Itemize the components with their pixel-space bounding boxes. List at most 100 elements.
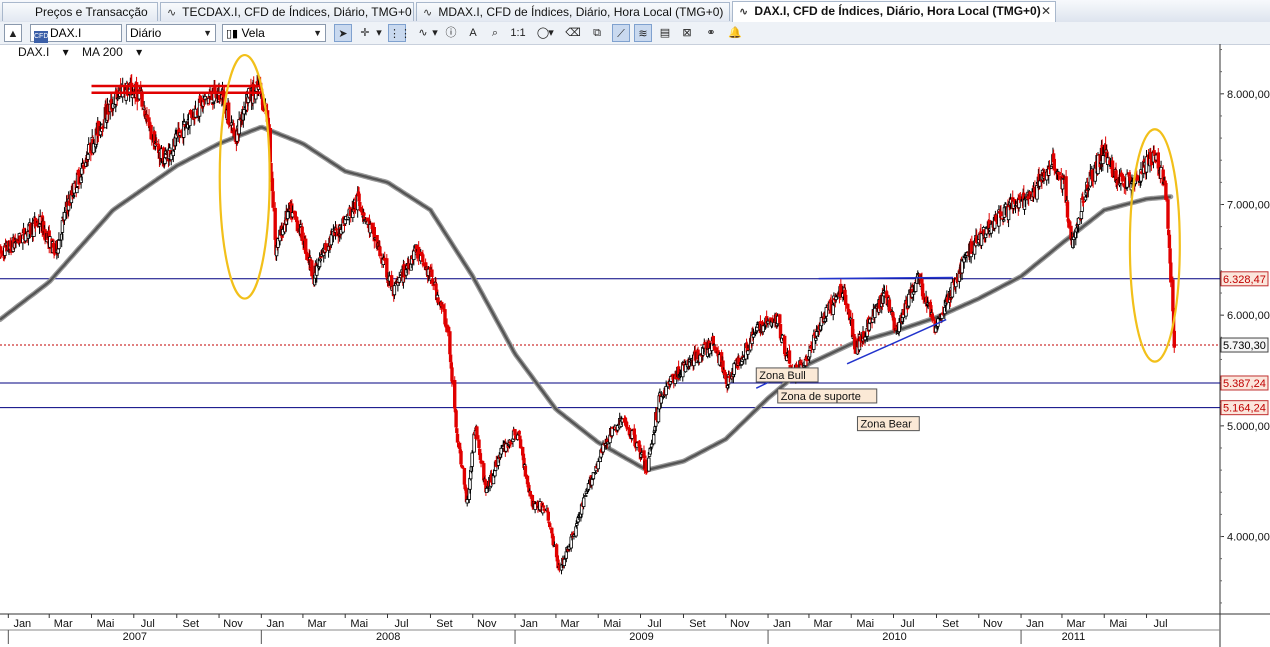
month-label: Set — [942, 618, 959, 630]
month-label: Mai — [97, 618, 115, 630]
candle-bull — [907, 293, 911, 307]
pointer-tool-icon[interactable]: ➤ — [334, 24, 352, 42]
candle-bull — [470, 452, 474, 467]
link-icon[interactable]: ⚭ — [702, 24, 720, 42]
grid-icon[interactable]: ⋮⋮ — [388, 24, 411, 42]
candle-bull — [562, 558, 566, 566]
candle-bull — [647, 457, 651, 472]
candle-bear — [460, 465, 465, 469]
candle-bear — [844, 294, 848, 306]
candle-bear — [271, 191, 275, 208]
close-icon[interactable]: ✕ — [1041, 2, 1051, 21]
tab-dax[interactable]: ∿ DAX.I, CFD de Índices, Diário, Hora Lo… — [732, 1, 1056, 22]
candle-bull — [318, 258, 322, 262]
candle-bear — [1164, 182, 1168, 200]
candle-bear — [310, 260, 314, 277]
delete-objects-icon[interactable]: ⊠ — [678, 24, 696, 42]
candle-bear — [319, 256, 323, 259]
tab-tecdax[interactable]: ∿ TECDAX.I, CFD de Índices, Diário, TMG+… — [160, 2, 414, 21]
fibonacci-tool-icon[interactable]: ≋ — [634, 24, 652, 42]
candle-bull — [831, 304, 835, 315]
candle-bear — [52, 244, 56, 254]
year-label: 2011 — [1062, 631, 1086, 643]
candle-bear — [1057, 171, 1061, 176]
candle-bear — [452, 379, 457, 409]
chevron-down-icon[interactable]: ▾ — [374, 24, 384, 42]
chart-style-select[interactable]: ▯▮ Vela ▼ — [222, 24, 326, 42]
candle-bear — [1172, 330, 1176, 348]
candle-bull — [285, 211, 290, 220]
text-tool-icon[interactable]: A — [464, 24, 482, 42]
candle-bull — [86, 154, 90, 160]
chart-style-value: Vela — [241, 26, 265, 40]
candle-bull — [392, 285, 397, 296]
candle-bear — [273, 207, 277, 240]
candle-bear — [805, 359, 809, 362]
candle-bull — [867, 322, 871, 331]
candle-bull — [1079, 211, 1084, 220]
chart-toolbar: ▲ CFD DAX.I Diário ▼ ▯▮ Vela ▼ ➤ ✛ ▾ ⋮⋮ ∿… — [0, 22, 1270, 45]
y-tick-label: 5.000,00 — [1227, 421, 1270, 433]
zoom-label: 1:1 — [510, 27, 526, 39]
candle-bull — [751, 334, 756, 338]
chevron-down-icon[interactable]: ▾ — [430, 24, 440, 42]
tab-label: MDAX.I, CFD de Índices, Diário, Hora Loc… — [438, 5, 724, 19]
annotation-label: Zona Bear — [860, 419, 912, 431]
symbol-input[interactable]: CFD DAX.I — [30, 24, 122, 43]
tab-label: Preços e Transacção — [35, 5, 148, 19]
candle-bull — [533, 503, 537, 510]
candle-bear — [454, 410, 458, 428]
candle-bear — [703, 342, 707, 345]
candle-bull — [116, 97, 120, 100]
candle-bull — [911, 291, 916, 295]
eraser-icon[interactable]: ⌫ — [564, 24, 582, 42]
chevron-down-icon[interactable]: ▾ — [546, 24, 556, 42]
candle-bull — [575, 523, 579, 526]
candle-bull — [57, 239, 61, 250]
candle-bull — [814, 331, 819, 337]
price-label: 6.328,47 — [1223, 274, 1266, 286]
tab-precos-transaccao[interactable]: Preços e Transacção — [2, 2, 158, 21]
candle-bear — [1169, 262, 1173, 283]
month-label: Jan — [1026, 618, 1044, 630]
month-label: Jul — [647, 618, 661, 630]
layers-icon[interactable]: ⧉ — [588, 24, 606, 42]
candle-bull — [237, 119, 241, 135]
candle-bull — [766, 320, 770, 324]
candle-bull — [664, 385, 668, 396]
candle-bull — [329, 234, 333, 246]
candle-bear — [140, 92, 144, 107]
symbol-value: DAX.I — [50, 26, 82, 40]
candle-bear — [300, 226, 304, 241]
zoom-icon[interactable]: ⌕ — [486, 24, 504, 42]
candle-bear — [147, 117, 151, 122]
period-select[interactable]: Diário ▼ — [126, 24, 216, 42]
highlight-circle — [1128, 128, 1181, 363]
crosshair-tool-icon[interactable]: ✛ — [356, 24, 374, 42]
candle-icon: ▯▮ — [226, 28, 239, 40]
candle-bear — [475, 426, 479, 440]
template-icon[interactable]: ▤ — [656, 24, 674, 42]
candle-bull — [863, 336, 867, 341]
month-label: Jul — [141, 618, 155, 630]
ma200-line — [0, 126, 1171, 472]
month-label: Nov — [223, 618, 243, 630]
month-label: Mar — [307, 618, 326, 630]
tab-bar: Preços e Transacção ∿ TECDAX.I, CFD de Í… — [0, 0, 1270, 23]
candle-bull — [834, 296, 838, 300]
zoom-1-1-button[interactable]: 1:1 — [508, 24, 528, 42]
candle-bear — [154, 143, 159, 146]
tab-mdax[interactable]: ∿ MDAX.I, CFD de Índices, Diário, Hora L… — [416, 2, 730, 21]
candle-bull — [652, 434, 656, 445]
info-icon[interactable]: ⓘ — [442, 24, 460, 42]
candle-bull — [130, 94, 135, 99]
candle-bull — [56, 248, 60, 254]
year-label: 2009 — [629, 631, 653, 643]
month-label: Mar — [1066, 618, 1085, 630]
alert-bell-icon[interactable]: 🔔 — [726, 24, 744, 42]
candle-bear — [548, 523, 552, 528]
month-label: Set — [436, 618, 453, 630]
price-chart[interactable]: 8.000,00 7.000,00 6.000,00 5.000,00 4.000,00… — [0, 44, 1270, 647]
trendline-tool-icon[interactable]: ⟋ — [612, 24, 630, 42]
collapse-up-icon[interactable]: ▲ — [4, 24, 22, 42]
